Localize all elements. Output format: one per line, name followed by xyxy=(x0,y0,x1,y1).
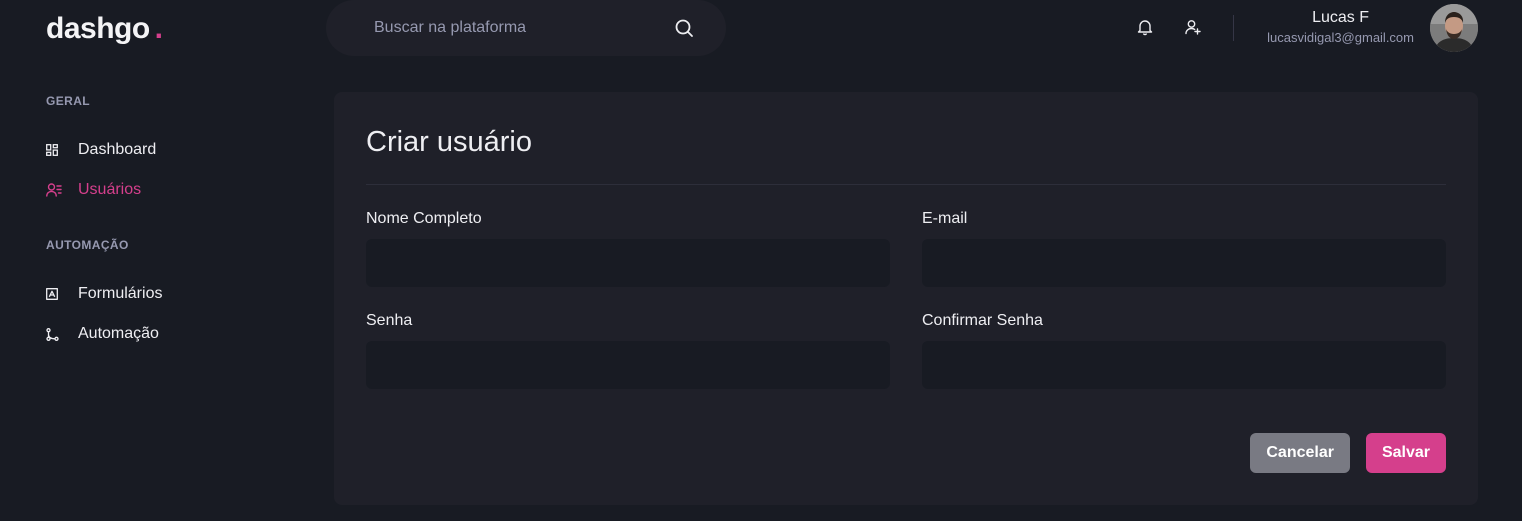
sidebar-item-automacao[interactable]: Automação xyxy=(46,314,296,354)
email-label: E-mail xyxy=(922,210,968,227)
password-field-group: Senha xyxy=(366,311,890,389)
password-confirm-label: Confirmar Senha xyxy=(922,312,1043,329)
sidebar-item-label: Dashboard xyxy=(78,141,157,158)
section-title: AUTOMAÇÃO xyxy=(46,238,129,252)
email-field-group: E-mail xyxy=(922,209,1446,287)
users-icon xyxy=(46,183,62,197)
password-confirm-input[interactable] xyxy=(922,341,1446,389)
header-actions xyxy=(1137,18,1201,36)
dashboard-icon xyxy=(46,144,62,156)
form-grid: Nome Completo E-mail Senha Confirmar Sen… xyxy=(366,209,1446,389)
sidebar-section-geral: GERAL Dashboard Usuários xyxy=(46,94,296,210)
sidebar-item-usuarios[interactable]: Usuários xyxy=(46,170,296,210)
search-input[interactable] xyxy=(374,19,674,37)
sidebar-section-automacao: AUTOMAÇÃO Formulários Automação xyxy=(46,238,296,354)
git-branch-icon xyxy=(46,327,62,341)
logo[interactable]: dashgo. xyxy=(46,12,163,46)
profile-email: lucasvidigal3@gmail.com xyxy=(1267,30,1414,45)
save-button[interactable]: Salvar xyxy=(1365,433,1446,473)
section-title: GERAL xyxy=(46,94,90,108)
form-icon xyxy=(46,288,62,300)
profile-name: Lucas F xyxy=(1312,9,1370,26)
password-confirm-field-group: Confirmar Senha xyxy=(922,311,1446,389)
form-actions: Cancelar Salvar xyxy=(1250,433,1446,473)
bell-icon[interactable] xyxy=(1137,18,1153,36)
avatar[interactable] xyxy=(1430,4,1478,52)
password-input[interactable] xyxy=(366,341,890,389)
sidebar-item-dashboard[interactable]: Dashboard xyxy=(46,130,296,170)
create-user-card: Criar usuário Nome Completo E-mail Senha… xyxy=(334,92,1478,505)
cancel-button[interactable]: Cancelar xyxy=(1250,433,1350,473)
profile-info: Lucas F lucasvidigal3@gmail.com xyxy=(1267,8,1414,48)
user-add-icon[interactable] xyxy=(1185,18,1201,36)
sidebar-item-label: Formulários xyxy=(78,285,163,302)
page-title: Criar usuário xyxy=(366,126,532,158)
sidebar: GERAL Dashboard Usuários AUTOMAÇÃO Formu… xyxy=(46,94,296,382)
header-divider xyxy=(1233,15,1234,41)
search-icon[interactable] xyxy=(674,18,694,38)
logo-text: dashgo xyxy=(46,12,150,45)
search-bar xyxy=(326,0,726,56)
email-input[interactable] xyxy=(922,239,1446,287)
logo-dot: . xyxy=(154,12,163,45)
sidebar-item-label: Usuários xyxy=(78,181,142,198)
password-label: Senha xyxy=(366,312,413,329)
name-input[interactable] xyxy=(366,239,890,287)
title-divider xyxy=(366,184,1446,185)
name-field-group: Nome Completo xyxy=(366,209,890,287)
name-label: Nome Completo xyxy=(366,210,482,227)
sidebar-item-formularios[interactable]: Formulários xyxy=(46,274,296,314)
sidebar-item-label: Automação xyxy=(78,325,159,342)
